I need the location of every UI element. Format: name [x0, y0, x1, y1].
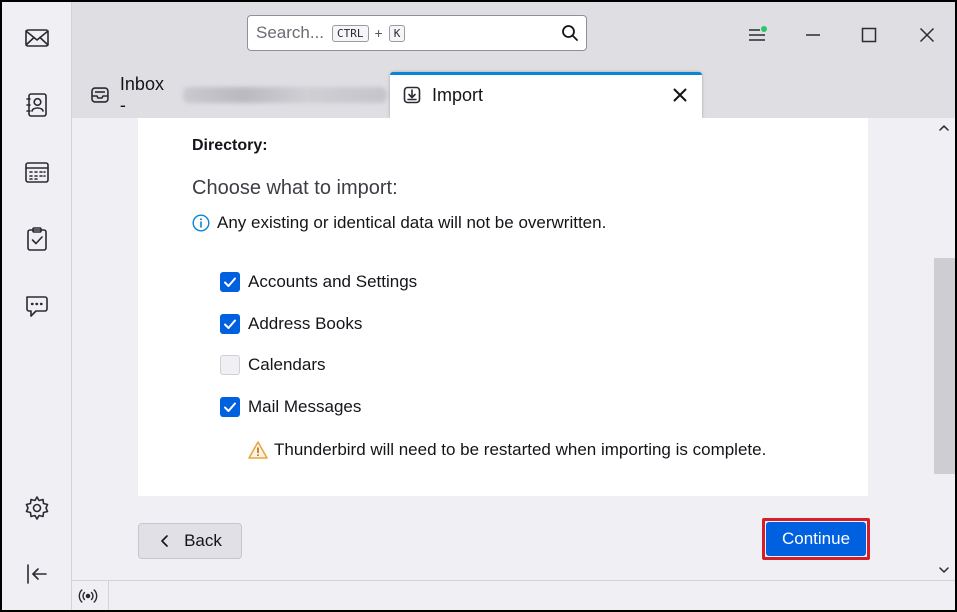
shortcut-plus: +: [374, 25, 383, 41]
scroll-down-icon[interactable]: [938, 564, 950, 576]
restart-warning: Thunderbird will need to be restarted wh…: [248, 440, 766, 460]
directory-label: Directory:: [192, 137, 268, 154]
tab-import[interactable]: Import: [390, 72, 702, 118]
tab-inbox[interactable]: Inbox -: [82, 72, 387, 118]
maximize-icon: [861, 27, 877, 43]
minimize-icon: [806, 34, 820, 36]
scroll-up-icon[interactable]: [938, 122, 950, 134]
option-label: Mail Messages: [248, 397, 362, 416]
chat-icon: [26, 296, 48, 317]
title-bar: Search... CTRL + K: [72, 2, 955, 66]
option-mail-messages[interactable]: Mail Messages: [220, 397, 361, 417]
checkmark-icon: [224, 402, 236, 412]
online-status-icon[interactable]: [78, 587, 98, 605]
collapse-icon: [27, 564, 47, 584]
back-button-label: Back: [184, 531, 222, 550]
back-button[interactable]: Back: [138, 523, 242, 559]
scrollbar[interactable]: [934, 118, 955, 580]
calendar-space-button[interactable]: [19, 154, 55, 190]
scroll-thumb[interactable]: [934, 258, 955, 474]
close-window-button[interactable]: [912, 20, 942, 50]
spaces-toolbar: [2, 2, 72, 610]
app-menu-button[interactable]: [742, 20, 772, 50]
app-window: Search... CTRL + K Inbox - Import Direct…: [2, 2, 955, 610]
search-placeholder: Search...: [256, 23, 325, 42]
close-tab-icon[interactable]: [668, 83, 692, 107]
choose-heading: Choose what to import:: [192, 177, 398, 199]
mail-icon: [25, 29, 49, 47]
chevron-left-icon: [161, 535, 168, 547]
checkmark-icon: [224, 319, 236, 329]
minimize-button[interactable]: [798, 20, 828, 50]
checkbox-calendars[interactable]: [220, 355, 240, 375]
option-address-books[interactable]: Address Books: [220, 314, 362, 334]
warning-text: Thunderbird will need to be restarted wh…: [274, 440, 767, 459]
option-accounts-settings[interactable]: Accounts and Settings: [220, 272, 417, 292]
checkmark-icon: [224, 277, 236, 287]
maximize-button[interactable]: [854, 20, 884, 50]
import-content: Directory: Choose what to import: Any ex…: [72, 118, 934, 580]
checkbox-address-books[interactable]: [220, 314, 240, 334]
checkbox-accounts-settings[interactable]: [220, 272, 240, 292]
import-icon: [403, 86, 421, 104]
collapse-toolbar-button[interactable]: [19, 556, 55, 592]
option-label: Address Books: [248, 314, 363, 333]
close-icon: [919, 27, 935, 43]
settings-icon: [25, 496, 49, 520]
info-message: Any existing or identical data will not …: [192, 213, 606, 233]
option-calendars[interactable]: Calendars: [220, 355, 326, 375]
address-book-icon: [26, 93, 47, 117]
redacted-account: [182, 87, 387, 103]
warning-icon: [248, 441, 268, 459]
tab-inbox-label: Inbox -: [119, 74, 164, 115]
status-bar: [72, 580, 955, 610]
shortcut-key-ctrl: CTRL: [332, 24, 369, 42]
chat-space-button[interactable]: [19, 288, 55, 324]
info-icon: [192, 214, 210, 232]
status-divider: [108, 581, 109, 610]
address-book-space-button[interactable]: [19, 87, 55, 123]
tasks-space-button[interactable]: [19, 221, 55, 257]
search-input[interactable]: Search... CTRL + K: [247, 15, 587, 51]
inbox-icon: [91, 87, 109, 103]
continue-button[interactable]: Continue: [766, 522, 866, 556]
option-label: Calendars: [248, 355, 326, 374]
search-icon[interactable]: [560, 23, 580, 43]
import-card: Directory: Choose what to import: Any ex…: [138, 118, 868, 496]
info-text: Any existing or identical data will not …: [217, 213, 607, 232]
tab-import-label: Import: [432, 84, 484, 105]
hamburger-menu-icon: [749, 26, 767, 41]
mail-space-button[interactable]: [19, 20, 55, 56]
settings-button[interactable]: [19, 490, 55, 526]
tab-bar: Inbox - Import: [72, 66, 955, 118]
option-label: Accounts and Settings: [248, 272, 418, 291]
continue-highlight: Continue: [762, 518, 870, 560]
checkbox-mail-messages[interactable]: [220, 397, 240, 417]
tasks-icon: [27, 227, 47, 251]
shortcut-key-k: K: [388, 24, 406, 42]
calendar-icon: [25, 162, 49, 183]
